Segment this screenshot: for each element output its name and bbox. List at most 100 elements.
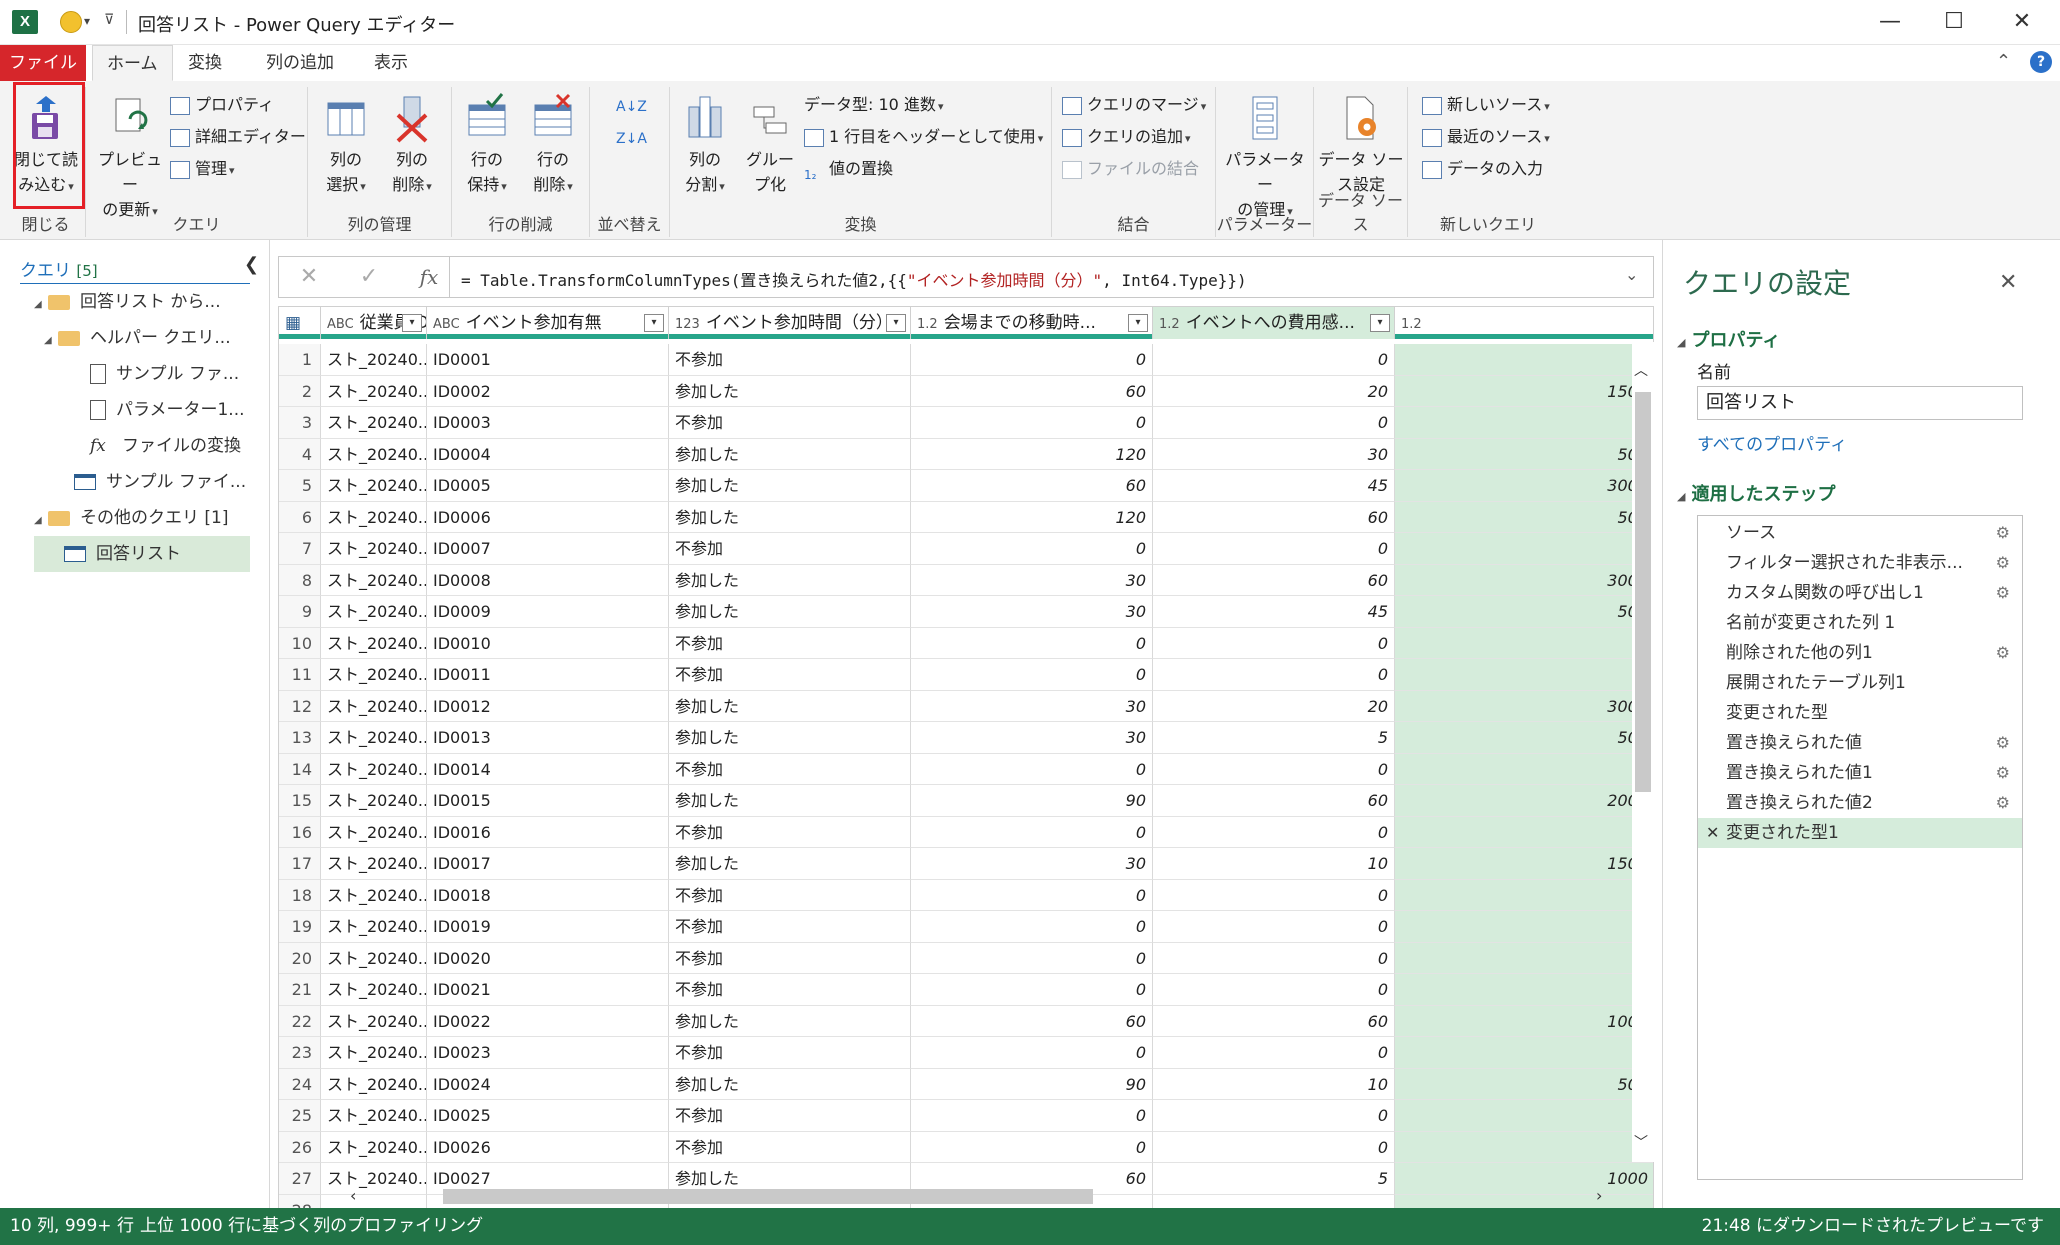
- column-header[interactable]: 1.2 会場までの移動時... ▾: [911, 307, 1153, 339]
- split-column-button[interactable]: 列の 分割 ▾: [674, 93, 736, 199]
- manage-parameters-button[interactable]: パラメーター の管理 ▾: [1220, 93, 1310, 224]
- applied-step[interactable]: 置き換えられた値2 ⚙: [1698, 788, 2022, 818]
- table-cell[interactable]: 0: [911, 974, 1153, 1006]
- combine-files-button[interactable]: ファイルの結合: [1062, 155, 1199, 183]
- table-cell[interactable]: スト_20240...: [321, 1068, 427, 1100]
- table-cell[interactable]: ID0001: [427, 344, 669, 376]
- table-cell[interactable]: 不参加: [669, 942, 911, 974]
- table-cell[interactable]: 0: [911, 879, 1153, 911]
- query-tree-item[interactable]: サンプル ファ...: [76, 356, 239, 392]
- table-cell[interactable]: 参加した: [669, 438, 911, 470]
- table-cell[interactable]: 不参加: [669, 753, 911, 785]
- table-cell[interactable]: 500: [1395, 501, 1653, 533]
- append-queries-button[interactable]: クエリの追加 ▾: [1062, 123, 1191, 151]
- table-cell[interactable]: 60: [1153, 785, 1395, 817]
- table-cell[interactable]: 0: [1153, 879, 1395, 911]
- table-cell[interactable]: ID0014: [427, 753, 669, 785]
- table-cell[interactable]: 0: [911, 816, 1153, 848]
- smiley-feedback-icon[interactable]: [60, 11, 82, 33]
- table-cell[interactable]: ID0019: [427, 911, 669, 943]
- table-cell[interactable]: 0: [1395, 533, 1653, 565]
- applied-step[interactable]: 削除された他の列1 ⚙: [1698, 638, 2022, 668]
- manage-button[interactable]: 管理 ▾: [170, 155, 235, 183]
- table-cell[interactable]: スト_20240...: [321, 407, 427, 439]
- table-cell[interactable]: 0: [1395, 974, 1653, 1006]
- table-cell[interactable]: 不参加: [669, 659, 911, 691]
- query-name-input[interactable]: 回答リスト: [1697, 386, 2023, 420]
- table-cell[interactable]: スト_20240...: [321, 1005, 427, 1037]
- table-cell[interactable]: 0: [911, 753, 1153, 785]
- tab-home[interactable]: ホーム: [92, 45, 173, 81]
- query-tree-item[interactable]: サンプル ファイ...: [60, 464, 246, 500]
- table-cell[interactable]: 0: [1153, 1100, 1395, 1132]
- table-cell[interactable]: ID0017: [427, 848, 669, 880]
- column-header[interactable]: 1.2: [1395, 307, 1653, 339]
- status-profiling[interactable]: 上位 1000 行に基づく列のプロファイリング: [140, 1208, 483, 1245]
- commit-formula-icon[interactable]: ✓: [349, 261, 389, 293]
- table-cell[interactable]: 0: [1153, 816, 1395, 848]
- horizontal-scroll-thumb[interactable]: [443, 1189, 1093, 1204]
- table-cell[interactable]: 1500: [1395, 375, 1653, 407]
- table-cell[interactable]: 参加した: [669, 1068, 911, 1100]
- table-cell[interactable]: 0: [1153, 627, 1395, 659]
- table-cell[interactable]: 参加した: [669, 722, 911, 754]
- query-tree-item[interactable]: fx ファイルの変換: [76, 428, 241, 464]
- all-properties-link[interactable]: すべてのプロパティ: [1697, 430, 1847, 455]
- cancel-formula-icon[interactable]: ✕: [289, 261, 329, 293]
- table-cell[interactable]: 不参加: [669, 974, 911, 1006]
- table-cell[interactable]: 30: [911, 564, 1153, 596]
- table-cell[interactable]: 60: [911, 470, 1153, 502]
- column-type-icon[interactable]: 123: [675, 317, 700, 332]
- help-icon[interactable]: ?: [2030, 51, 2052, 73]
- column-filter-icon[interactable]: ▾: [402, 314, 422, 332]
- sort-ascending-button[interactable]: A↓Z: [616, 93, 647, 121]
- table-cell[interactable]: 0: [911, 627, 1153, 659]
- table-cell[interactable]: スト_20240...: [321, 879, 427, 911]
- column-header[interactable]: ABC 従業員ID ▾: [321, 307, 427, 339]
- properties-section[interactable]: ◢ プロパティ: [1677, 326, 1780, 352]
- table-cell[interactable]: 0: [1395, 1037, 1653, 1069]
- table-cell[interactable]: ID0025: [427, 1100, 669, 1132]
- table-cell[interactable]: 参加した: [669, 596, 911, 628]
- table-cell[interactable]: 0: [1395, 879, 1653, 911]
- table-cell[interactable]: ID0008: [427, 564, 669, 596]
- table-cell[interactable]: スト_20240...: [321, 627, 427, 659]
- table-cell[interactable]: ID0003: [427, 407, 669, 439]
- new-source-button[interactable]: 新しいソース ▾: [1422, 91, 1550, 119]
- table-cell[interactable]: 2000: [1395, 785, 1653, 817]
- table-cell[interactable]: 不参加: [669, 407, 911, 439]
- table-cell[interactable]: 0: [1395, 407, 1653, 439]
- table-cell[interactable]: ID0004: [427, 438, 669, 470]
- column-type-icon[interactable]: ABC: [327, 317, 354, 332]
- table-cell[interactable]: 90: [911, 1068, 1153, 1100]
- table-cell[interactable]: 45: [1153, 470, 1395, 502]
- table-cell[interactable]: 120: [911, 438, 1153, 470]
- table-cell[interactable]: スト_20240...: [321, 690, 427, 722]
- table-cell[interactable]: 3000: [1395, 470, 1653, 502]
- collapse-pane-icon[interactable]: ❮: [244, 254, 259, 275]
- table-cell[interactable]: 参加した: [669, 470, 911, 502]
- table-cell[interactable]: 120: [911, 501, 1153, 533]
- table-cell[interactable]: ID0018: [427, 879, 669, 911]
- scroll-right-icon[interactable]: ›: [1596, 1186, 1602, 1205]
- vertical-scroll-thumb[interactable]: [1635, 392, 1651, 792]
- delete-step-icon[interactable]: ✕: [1706, 818, 1719, 848]
- table-cell[interactable]: 0: [1395, 627, 1653, 659]
- column-filter-icon[interactable]: ▾: [1370, 314, 1390, 332]
- column-header[interactable]: 1.2 イベントへの費用感... ▾: [1153, 307, 1395, 339]
- table-cell[interactable]: 参加した: [669, 848, 911, 880]
- table-menu-icon[interactable]: ▦: [285, 313, 301, 333]
- table-cell[interactable]: ID0012: [427, 690, 669, 722]
- applied-step[interactable]: 置き換えられた値1 ⚙: [1698, 758, 2022, 788]
- table-cell[interactable]: ID0007: [427, 533, 669, 565]
- tab-file[interactable]: ファイル: [0, 45, 86, 81]
- table-cell[interactable]: 60: [911, 375, 1153, 407]
- table-cell[interactable]: 3000: [1395, 690, 1653, 722]
- table-cell[interactable]: 0: [1395, 344, 1653, 376]
- table-cell[interactable]: スト_20240...: [321, 533, 427, 565]
- table-cell[interactable]: スト_20240...: [321, 501, 427, 533]
- choose-columns-button[interactable]: 列の 選択 ▾: [316, 93, 376, 199]
- data-source-settings-button[interactable]: データ ソー ス設定: [1318, 93, 1404, 197]
- advanced-editor-button[interactable]: 詳細エディター: [170, 123, 306, 151]
- table-cell[interactable]: 参加した: [669, 501, 911, 533]
